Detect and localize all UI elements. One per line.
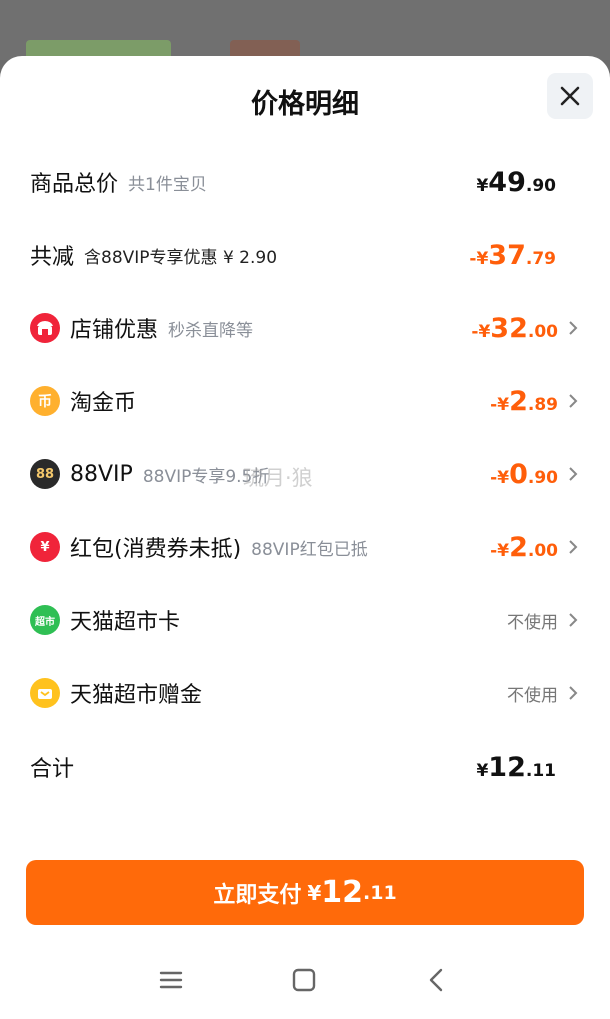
- row-status: 不使用: [507, 612, 558, 633]
- tmall-supermarket-card-icon: 超市: [30, 605, 60, 635]
- row-amount: -¥37.79: [469, 239, 556, 271]
- pay-label: 立即支付: [213, 882, 302, 908]
- row-tmall-gift-money[interactable]: 天猫超市赠金 不使用: [30, 673, 580, 713]
- tmall-gift-money-icon: [30, 678, 60, 708]
- red-packet-icon: ¥: [30, 532, 60, 562]
- chevron-right-icon: [569, 686, 578, 700]
- row-amount: -¥2.89: [490, 385, 558, 417]
- pay-currency: ¥: [307, 880, 322, 905]
- row-label: 天猫超市赠金: [70, 683, 203, 708]
- chevron-right-icon: [569, 540, 578, 554]
- 88vip-icon: 88: [30, 459, 60, 489]
- row-label: 共减: [30, 245, 75, 270]
- row-status: 不使用: [507, 685, 558, 706]
- row-label: 淘金币: [70, 391, 137, 416]
- back-icon[interactable]: [423, 966, 451, 994]
- close-button[interactable]: [547, 73, 593, 119]
- home-icon[interactable]: [290, 966, 318, 994]
- row-label: 合计: [30, 757, 75, 782]
- row-sub: 秒杀直降等: [168, 320, 254, 341]
- pay-amount-dec: .11: [363, 881, 397, 904]
- chevron-right-icon: [569, 321, 578, 335]
- row-label: 88VIP: [70, 461, 133, 487]
- taojinbi-coin-icon: 币: [30, 386, 60, 416]
- close-icon: [560, 86, 580, 106]
- row-grand-total: 合计 ¥12.11: [30, 747, 580, 787]
- row-sub: 含88VIP专享优惠 ¥ 2.90: [84, 247, 278, 268]
- row-shop-discount[interactable]: 店铺优惠 秒杀直降等 -¥32.00: [30, 308, 580, 348]
- row-sub: 88VIP红包已抵: [251, 539, 368, 560]
- row-label: 红包(消费券未抵): [70, 537, 242, 562]
- row-amount: -¥0.90: [490, 458, 558, 490]
- price-detail-sheet: 价格明细 商品总价 共1件宝贝 ¥49.90 共减 含88VIP专享优惠 ¥ 2…: [0, 56, 610, 1019]
- pay-amount-int: 12: [321, 875, 363, 910]
- row-total-discount: 共减 含88VIP专享优惠 ¥ 2.90 -¥37.79: [30, 235, 580, 275]
- row-amount: ¥49.90: [476, 166, 556, 198]
- row-amount: ¥12.11: [476, 751, 556, 783]
- row-red-packet[interactable]: ¥ 红包(消费券未抵) 88VIP红包已抵 -¥2.00: [30, 527, 580, 567]
- shop-icon: [30, 313, 60, 343]
- row-total-goods-price: 商品总价 共1件宝贝 ¥49.90: [30, 162, 580, 202]
- row-amount: -¥2.00: [490, 531, 558, 563]
- row-taojinbi[interactable]: 币 淘金币 -¥2.89: [30, 381, 580, 421]
- watermark: 琉月·狼: [243, 466, 313, 490]
- row-tmall-supermarket-card[interactable]: 超市 天猫超市卡 不使用: [30, 600, 580, 640]
- row-label: 商品总价: [30, 172, 119, 197]
- row-sub: 共1件宝贝: [128, 174, 207, 195]
- sheet-title: 价格明细: [251, 89, 359, 120]
- chevron-right-icon: [569, 394, 578, 408]
- chevron-right-icon: [569, 467, 578, 481]
- pay-now-button[interactable]: 立即支付 ¥ 12 .11: [26, 860, 584, 925]
- row-amount: -¥32.00: [471, 312, 558, 344]
- row-label: 店铺优惠: [70, 318, 159, 343]
- chevron-right-icon: [569, 613, 578, 627]
- menu-icon[interactable]: [157, 966, 185, 994]
- row-label: 天猫超市卡: [70, 610, 181, 635]
